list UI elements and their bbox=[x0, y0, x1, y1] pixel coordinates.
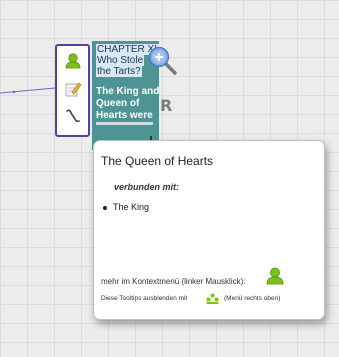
users-group-icon bbox=[206, 293, 219, 304]
node-title-line: the Tarts? bbox=[96, 66, 142, 77]
context-menu-hint: mehr im Kontextmenü (linker Mausklick): bbox=[101, 277, 246, 286]
user-icon[interactable] bbox=[64, 52, 82, 70]
node-tooltip: The Queen of Hearts verbunden mit: The K… bbox=[93, 140, 325, 320]
node-body-overflow bbox=[96, 122, 153, 125]
node-body-line: Queen of bbox=[96, 98, 140, 109]
node-body-line: Hearts were bbox=[96, 110, 153, 121]
link-icon[interactable] bbox=[64, 107, 82, 125]
tooltip-title: The Queen of Hearts bbox=[101, 154, 214, 168]
canvas-background: CHAPTER XI. Who Stole the Tarts? The Kin… bbox=[0, 0, 339, 357]
node-body-line: The King and bbox=[96, 86, 159, 97]
node-toolbar bbox=[55, 44, 90, 137]
zoom-in-icon[interactable] bbox=[148, 46, 178, 76]
connection-list: The King bbox=[101, 202, 149, 212]
connected-label: verbunden mit: bbox=[114, 182, 180, 192]
list-item: The King bbox=[101, 202, 149, 212]
connection-edge bbox=[0, 87, 56, 94]
edit-icon[interactable] bbox=[64, 80, 82, 98]
hide-tooltips-hint: Diese Tooltips ausblenden mit bbox=[101, 295, 188, 302]
node-title-line: Who Stole bbox=[96, 55, 145, 66]
node-r-mark: R bbox=[160, 96, 173, 115]
hide-tooltips-suffix: (Menü rechts oben) bbox=[224, 295, 281, 302]
user-icon bbox=[266, 267, 284, 285]
